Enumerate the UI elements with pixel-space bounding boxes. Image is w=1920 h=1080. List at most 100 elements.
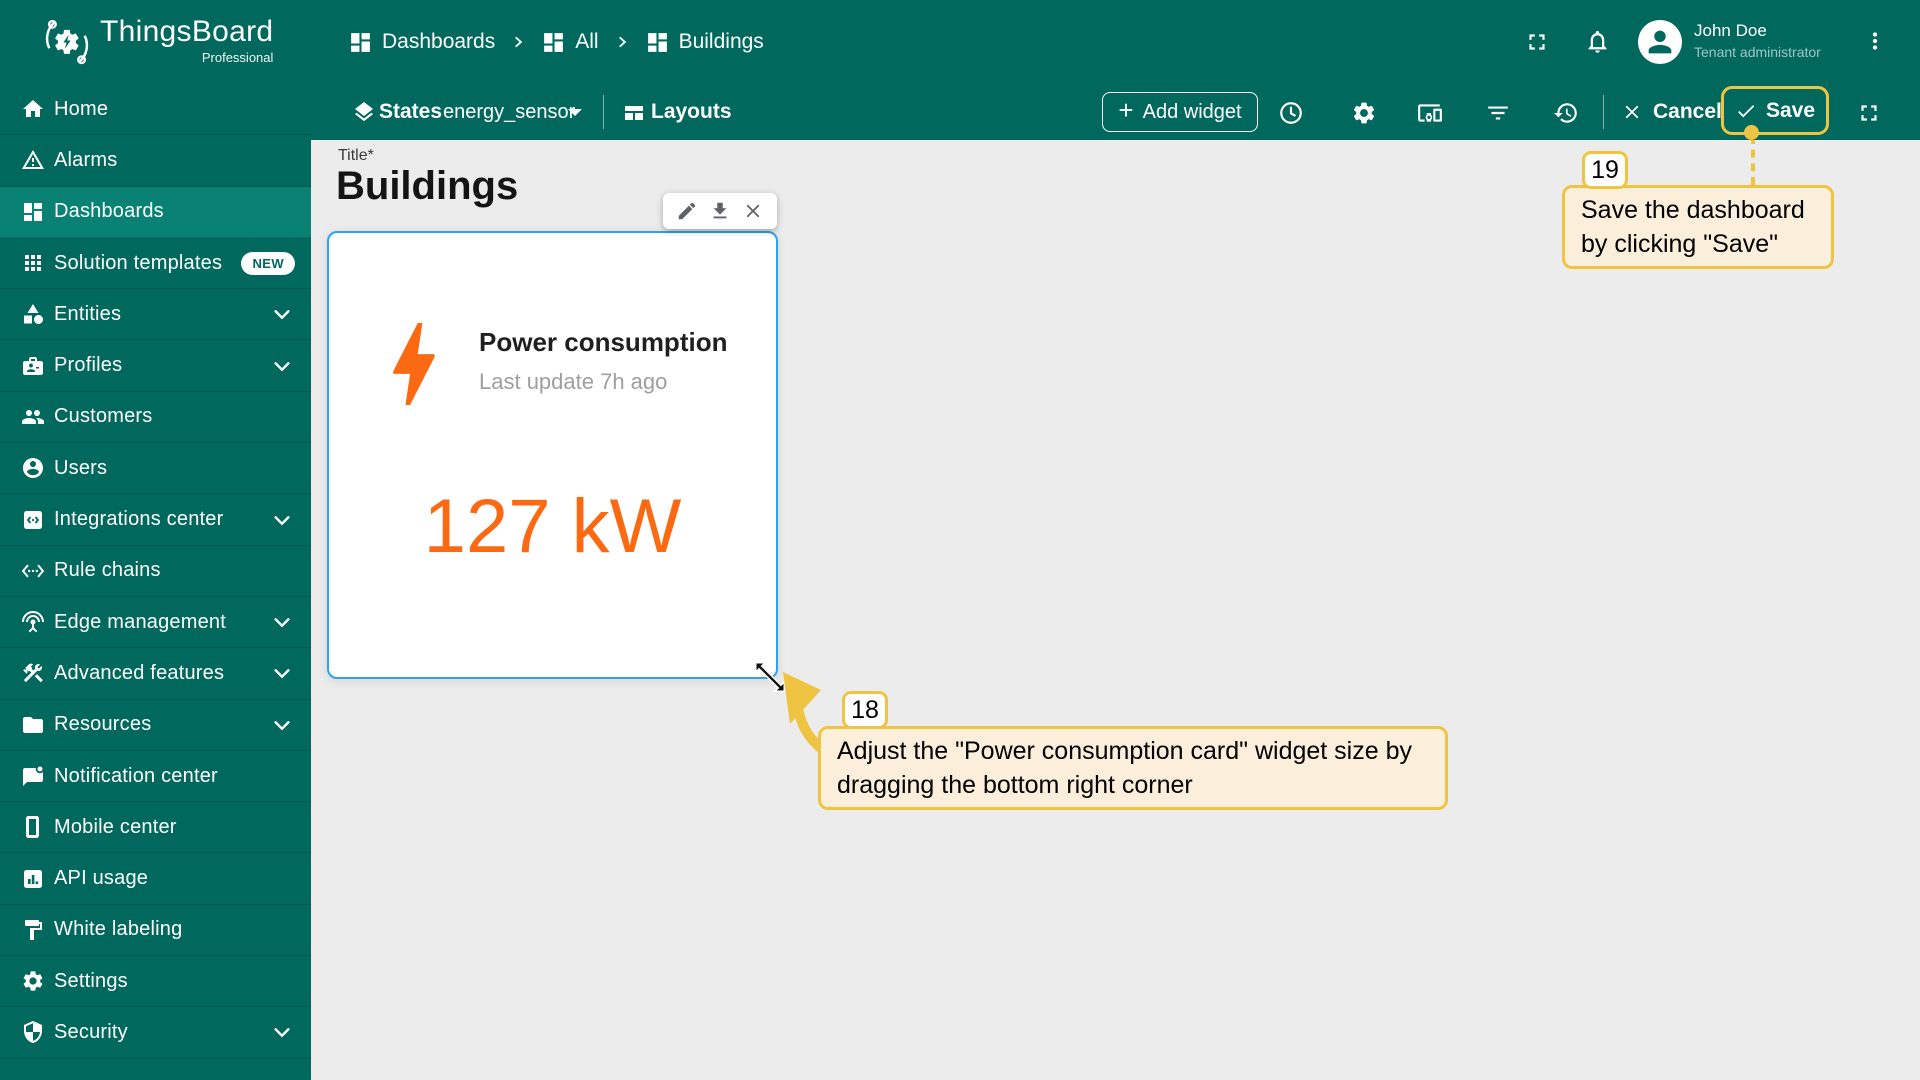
account-circle-icon xyxy=(21,456,45,480)
cancel-label: Cancel xyxy=(1653,100,1722,123)
dashboard-icon xyxy=(645,30,670,55)
sidebar-item-rule-chains[interactable]: Rule chains xyxy=(0,546,311,597)
sidebar-item-advanced-features[interactable]: Advanced features xyxy=(0,648,311,700)
cancel-button[interactable]: Cancel xyxy=(1621,84,1722,140)
user-avatar[interactable] xyxy=(1638,20,1682,64)
shield-icon xyxy=(21,1020,45,1044)
sidebar-item-mobile-center[interactable]: Mobile center xyxy=(0,802,311,854)
breadcrumb-separator-icon xyxy=(615,35,629,49)
app-edition: Professional xyxy=(201,50,274,65)
warning-icon xyxy=(21,148,45,172)
dashboard-icon xyxy=(541,30,566,55)
sidebar-item-label: Alarms xyxy=(54,148,118,171)
power-consumption-widget[interactable]: Power consumption Last update 7h ago 127… xyxy=(327,231,778,679)
layouts-button[interactable]: Layouts xyxy=(651,84,732,140)
chevron-down-icon xyxy=(271,355,293,377)
app-name: ThingsBoard xyxy=(100,15,274,48)
breadcrumb-buildings[interactable]: Buildings xyxy=(645,30,764,55)
save-label: Save xyxy=(1765,98,1816,122)
state-select[interactable]: energy_sensor xyxy=(443,84,575,140)
layers-states-icon xyxy=(352,100,376,124)
sidebar-item-label: Advanced features xyxy=(54,661,225,684)
edit-pencil-icon[interactable] xyxy=(676,200,698,222)
sidebar-item-label: Users xyxy=(54,456,108,479)
sidebar-item-api-usage[interactable]: API usage xyxy=(0,853,311,905)
sidebar-item-white-labeling[interactable]: White labeling xyxy=(0,905,311,957)
sidebar-item-home[interactable]: Home xyxy=(0,84,311,136)
sidebar-item-solution-templates[interactable]: Solution templates NEW xyxy=(0,238,311,290)
user-role: Tenant administrator xyxy=(1694,44,1821,60)
sidebar-item-entities[interactable]: Entities xyxy=(0,289,311,341)
sidebar-item-edge-management[interactable]: Edge management xyxy=(0,597,311,649)
entity-aliases-devices-icon[interactable] xyxy=(1417,100,1442,124)
fullscreen-icon[interactable] xyxy=(1524,29,1550,55)
fullscreen-icon[interactable] xyxy=(1856,100,1880,124)
sidebar-item-label: Integrations center xyxy=(54,508,224,531)
dashboard-title[interactable]: Buildings xyxy=(336,164,518,209)
caret-down-icon[interactable] xyxy=(567,108,583,118)
sidebar-item-notification-center[interactable]: Notification center xyxy=(0,751,311,803)
remove-widget-close-icon[interactable] xyxy=(742,200,764,222)
breadcrumb-label: Buildings xyxy=(678,30,764,53)
sidebar-item-label: Resources xyxy=(54,713,152,736)
antenna-icon xyxy=(21,610,45,634)
dashboard-settings-gear-icon[interactable] xyxy=(1351,100,1375,124)
breadcrumb-all[interactable]: All xyxy=(541,30,599,55)
sidebar-item-label: Notification center xyxy=(54,764,218,787)
sidebar-item-profiles[interactable]: Profiles xyxy=(0,340,311,392)
sidebar-item-label: Settings xyxy=(54,969,128,992)
top-header-bar: ThingsBoard Professional Dashboards All xyxy=(0,0,1920,84)
sidebar-item-security[interactable]: Security xyxy=(0,1007,311,1059)
toolbar-divider xyxy=(603,95,604,129)
tutorial-callout-resize: Adjust the "Power consumption card" widg… xyxy=(818,726,1448,810)
notifications-bell-icon[interactable] xyxy=(1584,28,1611,55)
chevron-down-icon xyxy=(271,611,293,633)
sidebar-item-label: Home xyxy=(54,97,109,120)
add-widget-button[interactable]: + Add widget xyxy=(1102,92,1258,132)
new-badge: NEW xyxy=(241,251,295,275)
chevron-down-icon xyxy=(271,714,293,736)
sidebar-item-label: Mobile center xyxy=(54,815,177,838)
widget-value: 127 kW xyxy=(423,484,682,569)
integration-chip-icon xyxy=(21,508,45,532)
tutorial-step-number: 19 xyxy=(1591,155,1619,184)
sidebar-item-customers[interactable]: Customers xyxy=(0,392,311,444)
dashboard-title-label: Title* xyxy=(338,147,374,164)
sidebar-item-settings[interactable]: Settings xyxy=(0,956,311,1008)
tutorial-callout-text: Adjust the "Power consumption card" widg… xyxy=(837,737,1412,799)
thingsboard-logo-icon[interactable] xyxy=(42,16,92,68)
sidebar-item-label: Profiles xyxy=(54,354,123,377)
sidebar-item-label: Rule chains xyxy=(54,559,161,582)
more-vert-kebab-icon[interactable] xyxy=(1862,28,1888,54)
time-window-clock-icon[interactable] xyxy=(1278,100,1302,124)
paint-roller-icon xyxy=(21,918,45,942)
folder-icon xyxy=(21,713,45,737)
sidebar-item-users[interactable]: Users xyxy=(0,443,311,495)
user-info[interactable]: John Doe Tenant administrator xyxy=(1694,21,1821,60)
gear-icon xyxy=(21,969,45,993)
sidebar-item-integrations-center[interactable]: Integrations center xyxy=(0,494,311,546)
user-name: John Doe xyxy=(1694,21,1767,40)
sidebar-item-alarms[interactable]: Alarms xyxy=(0,135,311,187)
rule-chain-code-icon xyxy=(21,559,45,583)
save-button[interactable]: Save xyxy=(1721,86,1829,135)
widget-last-update: Last update 7h ago xyxy=(479,369,668,394)
breadcrumb-label: Dashboards xyxy=(382,30,496,53)
sidebar-item-label: Security xyxy=(54,1020,128,1043)
states-button[interactable]: States xyxy=(379,84,442,140)
breadcrumb: Dashboards All Buildings xyxy=(348,0,764,84)
sidebar-item-dashboards[interactable]: Dashboards xyxy=(0,186,311,238)
sidebar-item-label: Solution templates xyxy=(54,251,223,274)
chevron-down-icon xyxy=(271,303,293,325)
tutorial-step-number: 18 xyxy=(851,695,879,724)
widget-action-toolbar xyxy=(663,193,777,229)
download-export-icon[interactable] xyxy=(709,200,731,222)
tutorial-callout-save: Save the dashboard by clicking "Save" xyxy=(1562,185,1834,269)
breadcrumb-dashboards[interactable]: Dashboards xyxy=(348,30,495,55)
dashboard-icon xyxy=(21,200,45,224)
sidebar-item-resources[interactable]: Resources xyxy=(0,700,311,751)
version-history-icon[interactable] xyxy=(1553,100,1577,124)
filter-list-icon[interactable] xyxy=(1485,100,1509,124)
chevron-down-icon xyxy=(271,509,293,531)
tutorial-connector-line xyxy=(1751,136,1755,185)
